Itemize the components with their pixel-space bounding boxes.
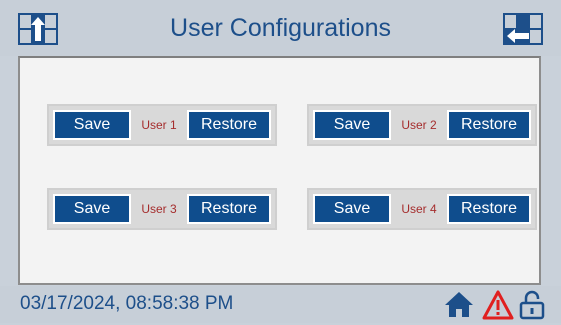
home-icon xyxy=(445,292,473,317)
user-2-group: Save User 2 Restore xyxy=(307,104,537,146)
user-4-group: Save User 4 Restore xyxy=(307,188,537,230)
status-bar: 03/17/2024, 08:58:38 PM xyxy=(0,286,561,323)
nav-right-button[interactable] xyxy=(503,13,543,45)
login-button[interactable] xyxy=(519,290,545,325)
user-3-group: Save User 3 Restore xyxy=(47,188,277,230)
user-1-restore-button[interactable]: Restore xyxy=(187,110,271,140)
screen-nav-right-icon xyxy=(503,13,543,45)
user-3-restore-button[interactable]: Restore xyxy=(187,194,271,224)
warning-icon xyxy=(482,290,514,320)
user-1-group: Save User 1 Restore xyxy=(47,104,277,146)
alarm-button[interactable] xyxy=(482,290,514,325)
page-title: User Configurations xyxy=(170,14,391,42)
user-config-panel: Save User 1 Restore Save User 2 Restore … xyxy=(18,56,541,285)
user-3-save-button[interactable]: Save xyxy=(53,194,131,224)
header-bar: User Configurations xyxy=(0,0,561,56)
datetime-display: 03/17/2024, 08:58:38 PM xyxy=(20,293,234,314)
user-4-label: User 4 xyxy=(401,202,437,216)
user-2-restore-button[interactable]: Restore xyxy=(447,110,531,140)
lock-open-icon xyxy=(519,290,545,320)
user-2-label: User 2 xyxy=(401,118,437,132)
home-button[interactable] xyxy=(444,290,474,323)
user-1-save-button[interactable]: Save xyxy=(53,110,131,140)
user-2-save-button[interactable]: Save xyxy=(313,110,391,140)
user-4-restore-button[interactable]: Restore xyxy=(447,194,531,224)
user-4-save-button[interactable]: Save xyxy=(313,194,391,224)
user-3-label: User 3 xyxy=(141,202,177,216)
user-1-label: User 1 xyxy=(141,118,177,132)
